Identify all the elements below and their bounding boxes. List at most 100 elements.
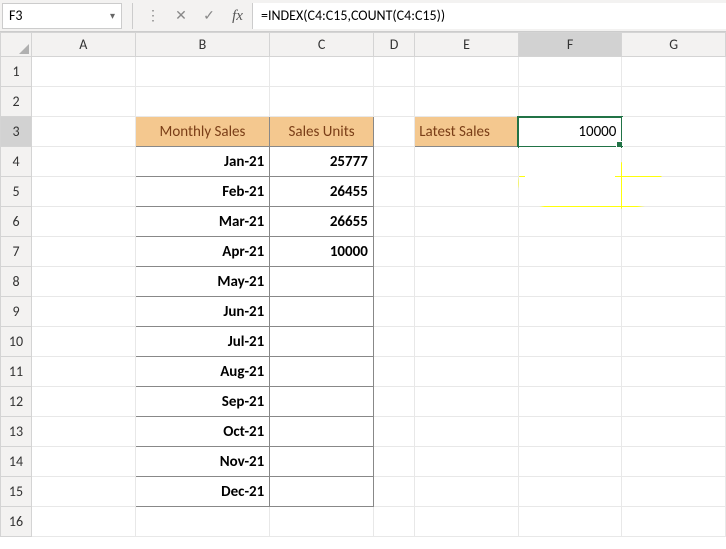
cell-F14[interactable] [518, 447, 622, 477]
cell-C11[interactable] [270, 357, 374, 387]
cell-C10[interactable] [270, 327, 374, 357]
cell-A16[interactable] [32, 507, 136, 537]
cell-A10[interactable] [32, 327, 136, 357]
cell-D8[interactable] [373, 267, 414, 297]
cell-B16[interactable] [135, 507, 270, 537]
cell-F13[interactable] [518, 417, 622, 447]
row-header-16[interactable]: 16 [1, 507, 32, 537]
cell-D11[interactable] [373, 357, 414, 387]
cell-G7[interactable] [622, 237, 726, 267]
cell-D16[interactable] [373, 507, 414, 537]
cell-F16[interactable] [518, 507, 622, 537]
cell-F3[interactable]: 10000 [518, 117, 622, 147]
cell-B3[interactable]: Monthly Sales [135, 117, 270, 147]
cell-F2[interactable] [518, 87, 622, 117]
cell-F6[interactable] [518, 207, 622, 237]
cell-A1[interactable] [32, 57, 136, 87]
row-header-10[interactable]: 10 [1, 327, 32, 357]
row-header-14[interactable]: 14 [1, 447, 32, 477]
cell-G3[interactable] [622, 117, 726, 147]
row-header-6[interactable]: 6 [1, 207, 32, 237]
cell-B14[interactable]: Nov-21 [135, 447, 270, 477]
cell-F12[interactable] [518, 387, 622, 417]
col-header-A[interactable]: A [32, 33, 136, 57]
row-header-3[interactable]: 3 [1, 117, 32, 147]
cell-D10[interactable] [373, 327, 414, 357]
cell-D1[interactable] [373, 57, 414, 87]
cell-D6[interactable] [373, 207, 414, 237]
spreadsheet-grid[interactable]: A B C D E F G 1 2 3 Monthly Sales Sales … [0, 32, 726, 537]
cell-D15[interactable] [373, 477, 414, 507]
cell-C4[interactable]: 25777 [270, 147, 374, 177]
cell-F1[interactable] [518, 57, 622, 87]
col-header-F[interactable]: F [518, 33, 622, 57]
cell-A6[interactable] [32, 207, 136, 237]
cell-A5[interactable] [32, 177, 136, 207]
row-header-15[interactable]: 15 [1, 477, 32, 507]
cell-C7[interactable]: 10000 [270, 237, 374, 267]
cell-G12[interactable] [622, 387, 726, 417]
cell-A14[interactable] [32, 447, 136, 477]
row-header-4[interactable]: 4 [1, 147, 32, 177]
row-header-5[interactable]: 5 [1, 177, 32, 207]
cell-E10[interactable] [415, 327, 519, 357]
confirm-icon[interactable]: ✓ [197, 4, 221, 28]
name-box-dropdown-icon[interactable]: ▾ [110, 9, 115, 22]
cell-B11[interactable]: Aug-21 [135, 357, 270, 387]
cell-C9[interactable] [270, 297, 374, 327]
cell-C13[interactable] [270, 417, 374, 447]
cell-C15[interactable] [270, 477, 374, 507]
cell-E1[interactable] [415, 57, 519, 87]
cell-A11[interactable] [32, 357, 136, 387]
cell-D5[interactable] [373, 177, 414, 207]
cell-B1[interactable] [135, 57, 270, 87]
cell-C14[interactable] [270, 447, 374, 477]
cell-B8[interactable]: May-21 [135, 267, 270, 297]
cell-A8[interactable] [32, 267, 136, 297]
cell-C1[interactable] [270, 57, 374, 87]
row-header-1[interactable]: 1 [1, 57, 32, 87]
row-header-11[interactable]: 11 [1, 357, 32, 387]
cell-B15[interactable]: Dec-21 [135, 477, 270, 507]
cell-C6[interactable]: 26655 [270, 207, 374, 237]
cell-E8[interactable] [415, 267, 519, 297]
cell-B10[interactable]: Jul-21 [135, 327, 270, 357]
cell-E6[interactable] [415, 207, 519, 237]
col-header-G[interactable]: G [622, 33, 726, 57]
cell-F11[interactable] [518, 357, 622, 387]
cell-D14[interactable] [373, 447, 414, 477]
cell-C5[interactable]: 26455 [270, 177, 374, 207]
cell-A13[interactable] [32, 417, 136, 447]
cell-E14[interactable] [415, 447, 519, 477]
name-box[interactable]: F3 ▾ [2, 3, 122, 29]
cell-C2[interactable] [270, 87, 374, 117]
cell-G5[interactable] [622, 177, 726, 207]
cell-E13[interactable] [415, 417, 519, 447]
cell-E3[interactable]: Latest Sales [415, 117, 519, 147]
cell-D9[interactable] [373, 297, 414, 327]
cell-D2[interactable] [373, 87, 414, 117]
col-header-D[interactable]: D [373, 33, 414, 57]
col-header-B[interactable]: B [135, 33, 270, 57]
col-header-E[interactable]: E [415, 33, 519, 57]
cell-A9[interactable] [32, 297, 136, 327]
expand-icon[interactable]: ⋮ [141, 4, 165, 28]
cell-E7[interactable] [415, 237, 519, 267]
row-header-12[interactable]: 12 [1, 387, 32, 417]
cell-F4[interactable] [518, 147, 622, 177]
cell-E2[interactable] [415, 87, 519, 117]
cell-B7[interactable]: Apr-21 [135, 237, 270, 267]
cell-E12[interactable] [415, 387, 519, 417]
row-header-2[interactable]: 2 [1, 87, 32, 117]
cell-F8[interactable] [518, 267, 622, 297]
cell-G2[interactable] [622, 87, 726, 117]
cell-E15[interactable] [415, 477, 519, 507]
row-header-8[interactable]: 8 [1, 267, 32, 297]
cell-F9[interactable] [518, 297, 622, 327]
cell-E4[interactable] [415, 147, 519, 177]
cell-C8[interactable] [270, 267, 374, 297]
cell-G6[interactable] [622, 207, 726, 237]
cell-G4[interactable] [622, 147, 726, 177]
cell-G9[interactable] [622, 297, 726, 327]
cell-B12[interactable]: Sep-21 [135, 387, 270, 417]
